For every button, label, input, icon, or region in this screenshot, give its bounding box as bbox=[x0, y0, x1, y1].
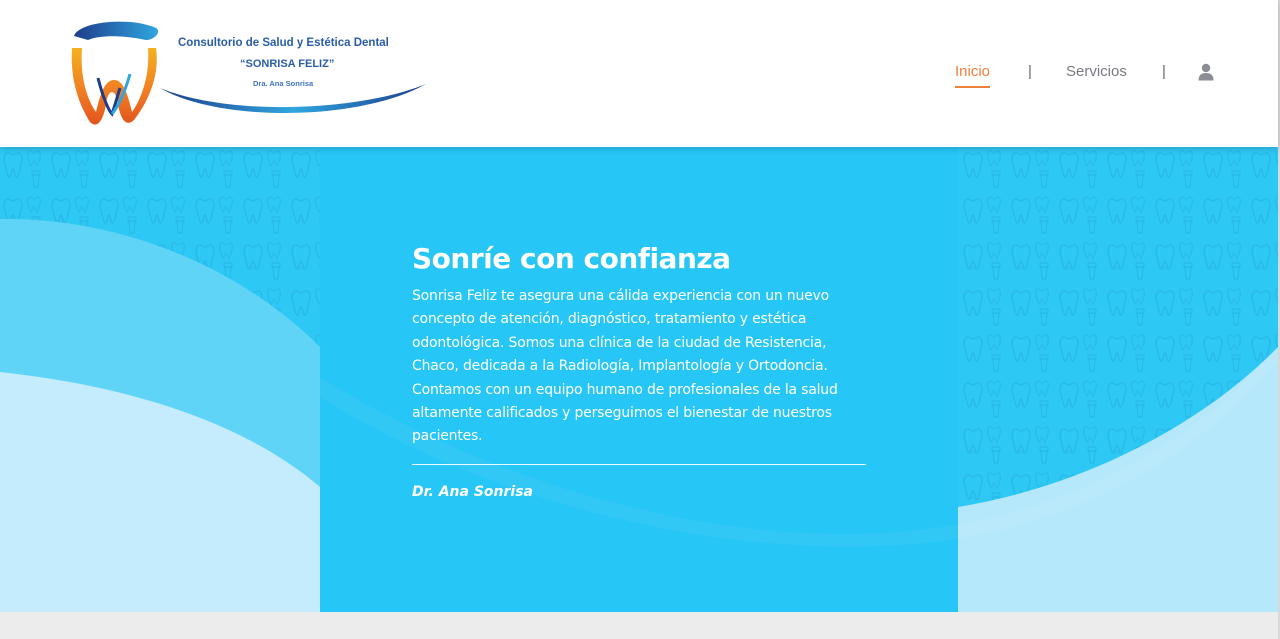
hero-content: Sonríe con confianza Sonrisa Feliz te as… bbox=[412, 241, 867, 500]
clinic-logo[interactable]: Consultorio de Salud y Estética Dental “… bbox=[68, 18, 428, 130]
nav-inicio[interactable]: Inicio bbox=[955, 63, 991, 88]
hero-author: Dr. Ana Sonrisa bbox=[412, 483, 533, 500]
nav-separator: | bbox=[1028, 63, 1032, 80]
hero-divider bbox=[412, 463, 866, 465]
hero-title: Sonríe con confianza bbox=[412, 242, 731, 275]
page: Consultorio de Salud y Estética Dental “… bbox=[0, 0, 1280, 639]
nav-servicios[interactable]: Servicios bbox=[1066, 63, 1127, 80]
hero-description: Sonrisa Feliz te asegura una cálida expe… bbox=[412, 288, 838, 445]
hero-banner: Sonríe con confianza Sonrisa Feliz te as… bbox=[0, 147, 1278, 612]
user-icon[interactable] bbox=[1198, 63, 1214, 81]
logo-title: Consultorio de Salud y Estética Dental bbox=[178, 37, 389, 49]
nav-separator: | bbox=[1162, 63, 1166, 80]
footer-strip bbox=[0, 612, 1278, 639]
tooth-logo-icon bbox=[71, 21, 159, 125]
logo-brand-name: “SONRISA FELIZ” bbox=[240, 58, 335, 70]
logo-swoosh bbox=[160, 84, 426, 114]
site-header: Consultorio de Salud y Estética Dental “… bbox=[0, 0, 1278, 147]
